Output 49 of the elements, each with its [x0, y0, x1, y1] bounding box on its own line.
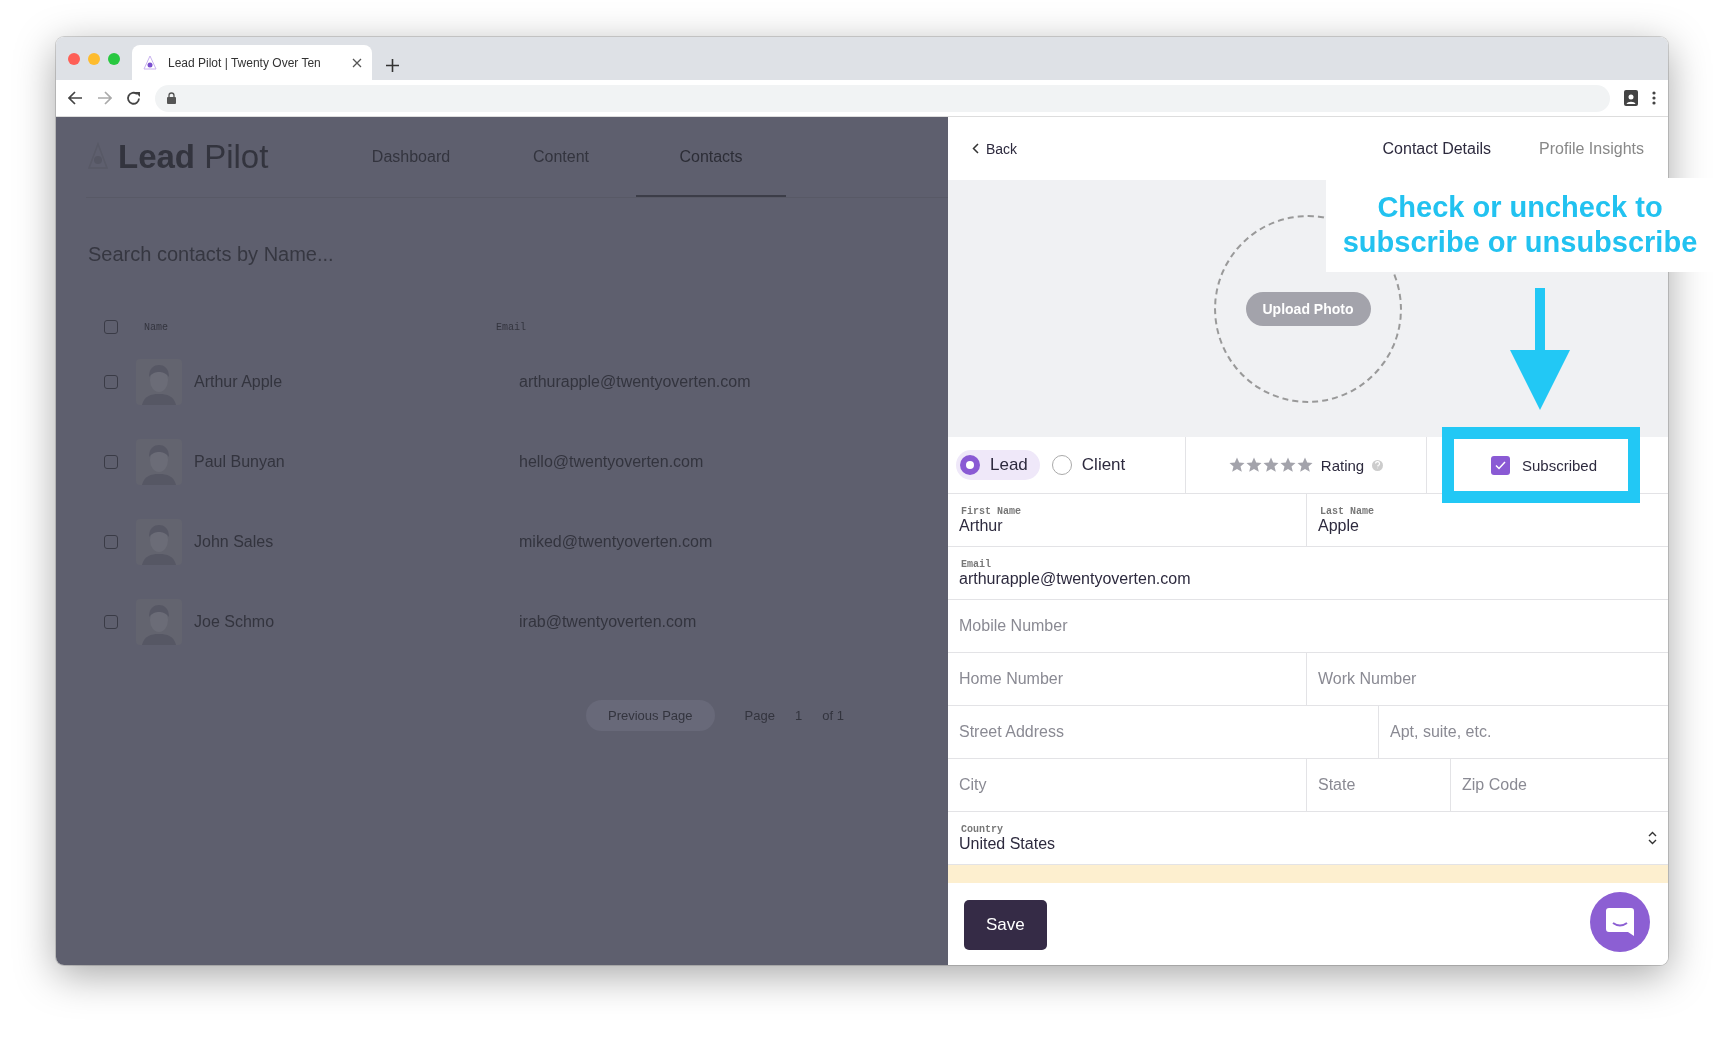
field-label: First Name: [960, 505, 1022, 517]
text-field[interactable]: City: [959, 776, 1295, 794]
save-button[interactable]: Save: [964, 899, 1047, 950]
updown-chevron-icon: [1648, 831, 1657, 845]
browser-tab[interactable]: Lead Pilot | Twenty Over Ten: [132, 45, 372, 80]
back-arrow-icon[interactable]: [68, 91, 83, 105]
row-checkbox[interactable]: [104, 615, 118, 629]
text-field[interactable]: Mobile Number: [959, 617, 1657, 635]
select-all-checkbox[interactable]: [104, 320, 118, 334]
text-field[interactable]: Work Number: [1318, 670, 1657, 688]
field-label: Country: [960, 823, 1004, 835]
select-value: United States: [959, 834, 1057, 853]
back-link[interactable]: Back: [972, 140, 1335, 157]
text-field[interactable]: Zip Code: [1462, 776, 1657, 794]
contact-type-radio[interactable]: Lead: [956, 450, 1040, 480]
chat-icon: [1605, 906, 1635, 937]
stars-icon[interactable]: [1228, 457, 1313, 473]
field-label: Last Name: [1319, 505, 1375, 517]
text-field[interactable]: Home Number: [959, 670, 1295, 688]
text-field[interactable]: Apple: [1318, 516, 1657, 535]
text-field[interactable]: Apt, suite, etc.: [1390, 723, 1657, 741]
close-icon[interactable]: [352, 57, 362, 68]
text-field[interactable]: State: [1318, 776, 1439, 794]
text-field[interactable]: Arthur: [959, 516, 1295, 535]
field-label: Email: [960, 558, 992, 570]
row-checkbox[interactable]: [104, 375, 118, 389]
row-checkbox[interactable]: [104, 535, 118, 549]
rocket-icon: [142, 54, 158, 71]
more-icon[interactable]: [1652, 91, 1656, 105]
check-icon: [1495, 460, 1506, 470]
new-tab-icon[interactable]: [386, 59, 399, 72]
panel-tab[interactable]: Profile Insights: [1539, 139, 1644, 158]
subscribed-checkbox[interactable]: Subscribed: [1427, 455, 1598, 475]
reload-icon[interactable]: [126, 90, 141, 106]
profile-icon[interactable]: [1624, 90, 1638, 106]
maximize-window-icon[interactable]: [108, 52, 120, 65]
panel-tab[interactable]: Contact Details: [1382, 139, 1492, 158]
row-checkbox[interactable]: [104, 455, 118, 469]
rating-label: Rating: [1320, 456, 1365, 474]
lock-icon: [167, 92, 176, 104]
chevron-left-icon: [972, 143, 979, 154]
text-field[interactable]: arthurapple@twentyoverten.com: [959, 569, 1657, 588]
minimize-window-icon[interactable]: [88, 52, 100, 65]
close-window-icon[interactable]: [68, 52, 80, 65]
contact-type-radio[interactable]: Client: [1047, 450, 1138, 480]
country-select[interactable]: Country United States: [948, 812, 1668, 864]
tab-title: Lead Pilot | Twenty Over Ten: [168, 55, 322, 70]
forward-arrow-icon[interactable]: [97, 91, 112, 105]
text-field[interactable]: Street Address: [959, 723, 1367, 741]
